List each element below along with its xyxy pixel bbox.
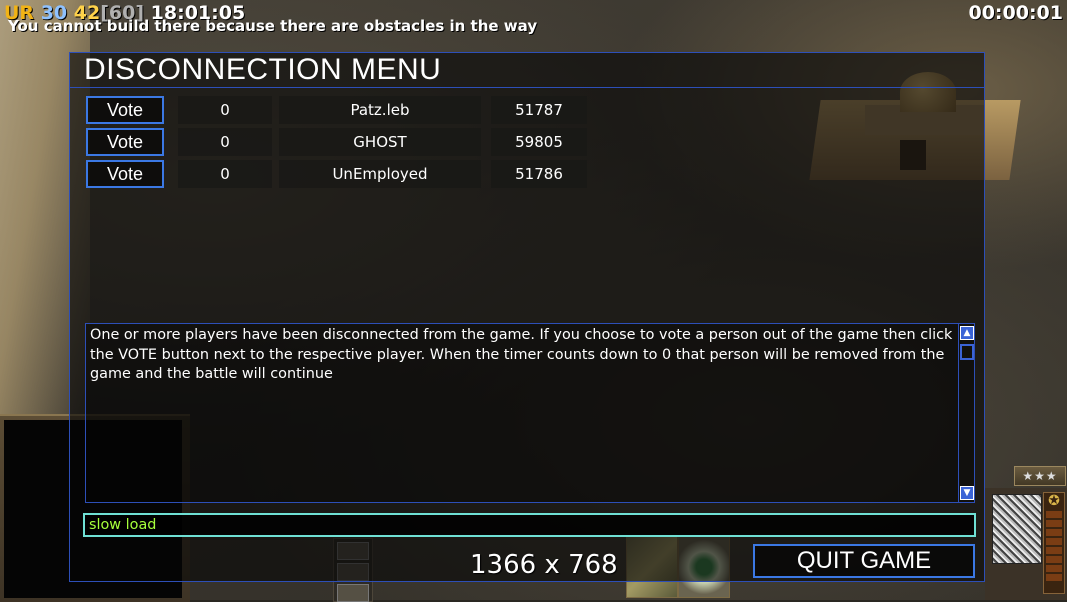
player-id: 51786 xyxy=(491,160,587,188)
unit-portrait[interactable] xyxy=(992,494,1042,564)
vote-button[interactable]: Vote xyxy=(86,96,164,124)
vote-count: 0 xyxy=(178,160,272,188)
player-id: 59805 xyxy=(491,128,587,156)
vote-button[interactable]: Vote xyxy=(86,160,164,188)
hud-notice: You cannot build there because there are… xyxy=(8,17,538,35)
rank-stars: ★★★ xyxy=(1014,466,1066,486)
rank-segment xyxy=(1046,511,1062,518)
player-name: GHOST xyxy=(279,128,481,156)
dialog-titlebar: DISCONNECTION MENU xyxy=(70,53,984,88)
disconnect-message: One or more players have been disconnect… xyxy=(90,327,953,382)
resolution-overlay: 1366 x 768 xyxy=(470,550,618,580)
vote-count: 0 xyxy=(178,96,272,124)
rank-segment xyxy=(1046,565,1062,572)
game-timer: 00:00:01 xyxy=(968,2,1063,24)
rank-segment xyxy=(1046,574,1062,581)
star-icon: ✪ xyxy=(1048,493,1060,509)
triangle-up-icon[interactable]: ▲ xyxy=(960,326,974,340)
vote-button[interactable]: Vote xyxy=(86,128,164,156)
dialog-title: DISCONNECTION MENU xyxy=(84,53,442,86)
rank-segment xyxy=(1046,538,1062,545)
player-id: 51787 xyxy=(491,96,587,124)
vote-count: 0 xyxy=(178,128,272,156)
triangle-down-icon[interactable]: ▼ xyxy=(960,486,974,500)
scrollbar-thumb[interactable] xyxy=(960,344,974,360)
rank-segment xyxy=(1046,556,1062,563)
rank-segment xyxy=(1046,547,1062,554)
command-slot[interactable] xyxy=(337,584,369,602)
rank-meter: ✪ xyxy=(1043,492,1065,594)
quit-game-button[interactable]: QUIT GAME xyxy=(753,544,975,578)
chat-input[interactable]: slow load xyxy=(83,513,976,537)
player-name: Patz.leb xyxy=(279,96,481,124)
message-box: One or more players have been disconnect… xyxy=(85,323,975,503)
scrollbar-track[interactable] xyxy=(958,324,959,502)
rank-segment xyxy=(1046,520,1062,527)
disconnection-dialog: DISCONNECTION MENU Vote 0 Patz.leb 51787… xyxy=(69,52,985,582)
player-name: UnEmployed xyxy=(279,160,481,188)
rank-segment xyxy=(1046,529,1062,536)
